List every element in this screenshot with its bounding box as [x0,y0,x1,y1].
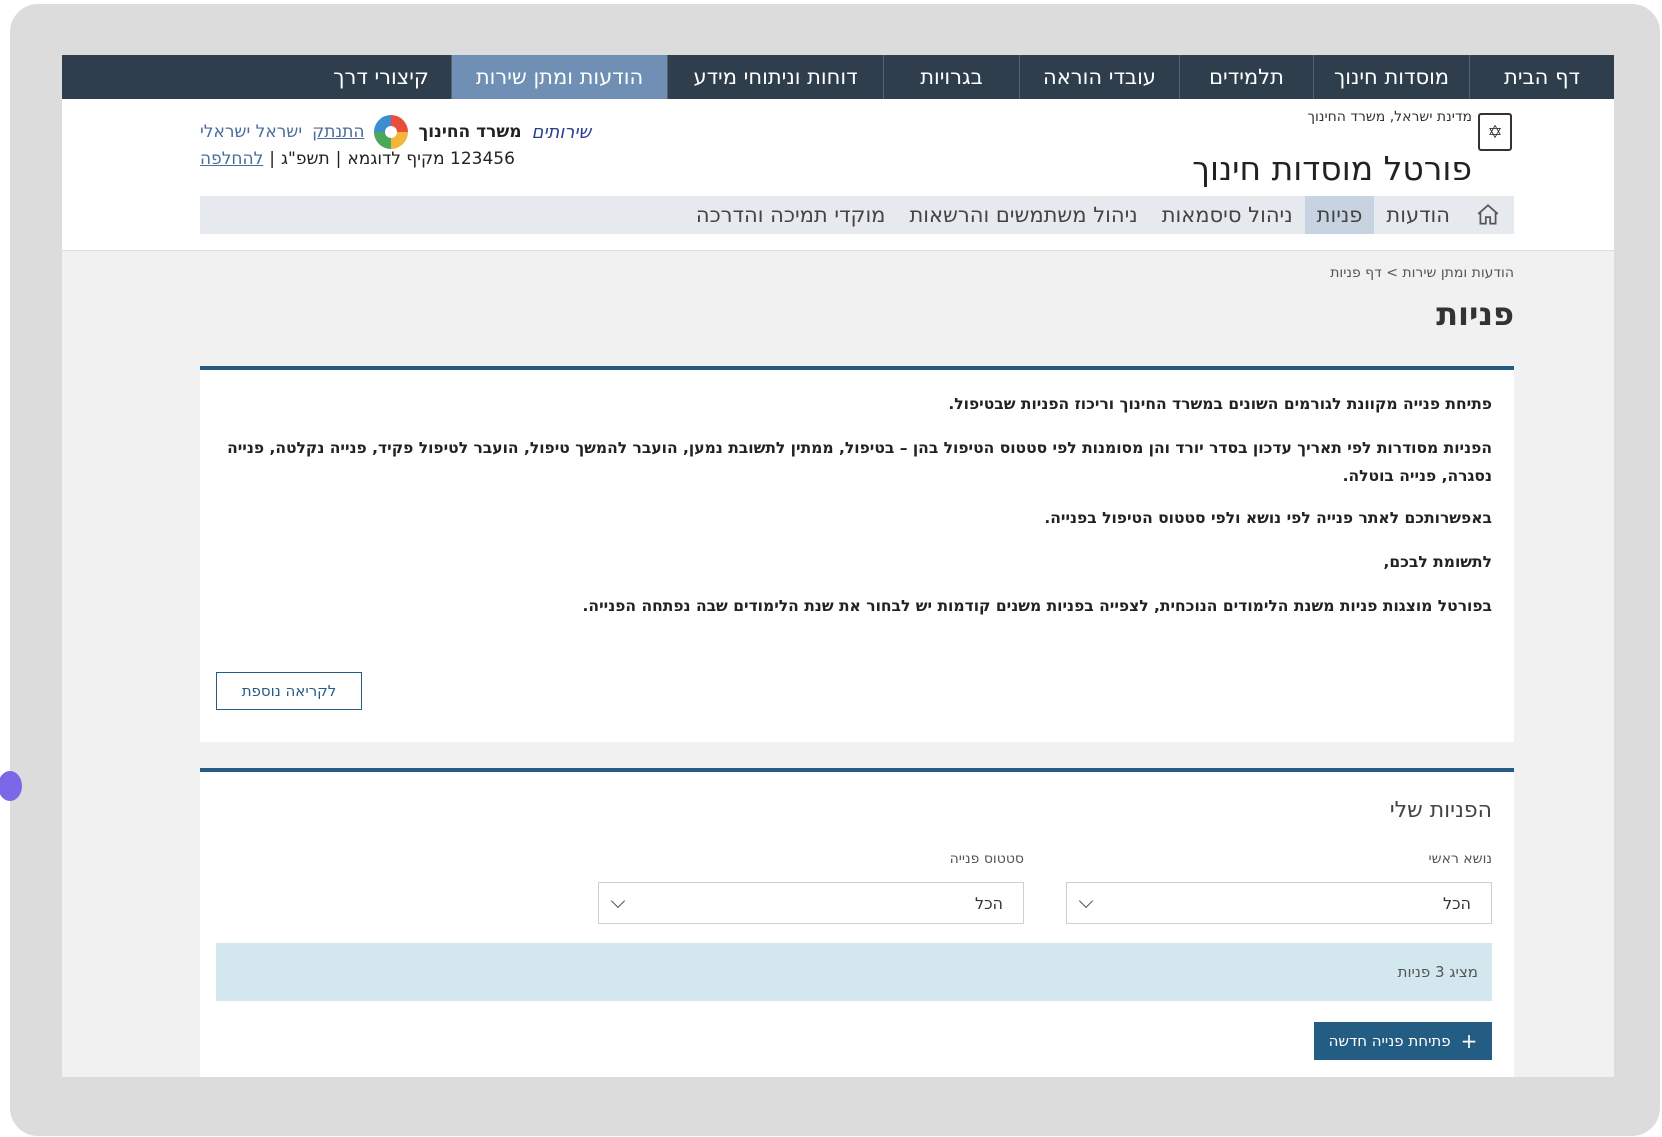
cursor-dot [0,771,22,801]
browser-screen: דף הבית מוסדות חינוך תלמידים עובדי הוראה… [62,55,1614,1077]
sub-nav: הודעות פניות ניהול סיסמאות ניהול משתמשים… [200,196,1514,234]
topnav-item-students[interactable]: תלמידים [1179,55,1313,99]
intro-card: פתיחת פנייה מקוונת לגורמים השונים במשרד … [200,366,1514,742]
status-select[interactable]: הכל [598,882,1024,924]
subnav-item-users-permissions[interactable]: ניהול משתמשים והרשאות [897,196,1149,234]
ministry-logo-icon [374,115,409,149]
intro-paragraph: באפשרותכם לאתר פנייה לפי נושא ולפי סטטוס… [1044,509,1492,527]
user-name: ישראל ישראלי [200,122,303,142]
intro-paragraph: הפניות מסודרות לפי תאריך עדכון בסדר יורד… [227,439,1492,485]
my-requests-card: הפניות שלי נושא ראשי סטטוס פנייה הכל הכל… [200,768,1514,1077]
topic-select[interactable]: הכל [1066,882,1492,924]
portal-title: פורטל מוסדות חינוך [1192,149,1472,188]
intro-paragraph: בפורטל מוצגות פניות משנת הלימודים הנוכחי… [582,597,1492,615]
institution-name: 123456 מקיף לדוגמא [347,149,515,169]
subnav-item-messages[interactable]: הודעות [1374,196,1462,234]
results-count-bar: מציג 3 פניות [216,943,1492,1001]
topnav-item-home[interactable]: דף הבית [1469,55,1614,99]
results-count: מציג 3 פניות [1397,963,1478,981]
topnav-item-messages-service[interactable]: הודעות ומתן שירות [451,55,667,99]
subnav-item-requests[interactable]: פניות [1304,196,1375,234]
topnav-item-reports[interactable]: דוחות וניתוחי מידע [667,55,883,99]
institution-row: 123456 מקיף לדוגמא | תשפ"ג | להחלפה [200,149,515,169]
read-more-button[interactable]: לקריאה נוספת [216,672,362,710]
emblem-icon: ✡ [1478,113,1512,151]
intro-paragraph: פתיחת פנייה מקוונת לגורמים השונים במשרד … [948,395,1492,413]
my-requests-title: הפניות שלי [1389,798,1492,823]
new-request-button[interactable]: + פתיחת פנייה חדשה [1314,1022,1492,1060]
topnav-item-shortcuts[interactable]: קיצורי דרך [311,55,451,99]
topic-label: נושא ראשי [1428,851,1492,867]
subnav-item-support-centers[interactable]: מוקדי תמיכה והדרכה [684,196,898,234]
school-year: תשפ"ג [281,149,330,169]
topnav-item-institutions[interactable]: מוסדות חינוך [1313,55,1469,99]
ministry-name: משרד החינוך [418,122,522,142]
intro-paragraph: לתשומת לבכם, [1383,553,1492,571]
plus-icon: + [1460,1029,1478,1053]
status-select-value: הכל [974,893,1003,913]
page-title: פניות [1436,295,1514,333]
state-line: מדינת ישראל, משרד החינוך [1307,109,1473,125]
separator: | [269,149,275,169]
site-header: ✡ מדינת ישראל, משרד החינוך פורטל מוסדות … [62,99,1614,251]
topnav-item-teachers[interactable]: עובדי הוראה [1019,55,1179,99]
service-brand: שירותים [531,121,592,143]
switch-institution-link[interactable]: להחלפה [200,149,263,169]
new-request-label: פתיחת פנייה חדשה [1328,1032,1451,1050]
status-label: סטטוס פנייה [949,851,1024,867]
breadcrumb[interactable]: הודעות ומתן שירות > דף פניות [1330,265,1514,281]
logout-link[interactable]: התנתק [312,122,364,142]
user-brand-row: שירותים משרד החינוך התנתק ישראל ישראלי [200,115,591,149]
separator: | [335,149,342,169]
topnav-item-matriculation[interactable]: בגרויות [883,55,1019,99]
chevron-down-icon [610,893,626,908]
subnav-item-passwords[interactable]: ניהול סיסמאות [1150,196,1305,234]
topic-select-value: הכל [1442,893,1471,913]
top-nav: דף הבית מוסדות חינוך תלמידים עובדי הוראה… [62,55,1614,99]
home-icon[interactable] [1462,196,1514,234]
chevron-down-icon [1078,893,1094,908]
